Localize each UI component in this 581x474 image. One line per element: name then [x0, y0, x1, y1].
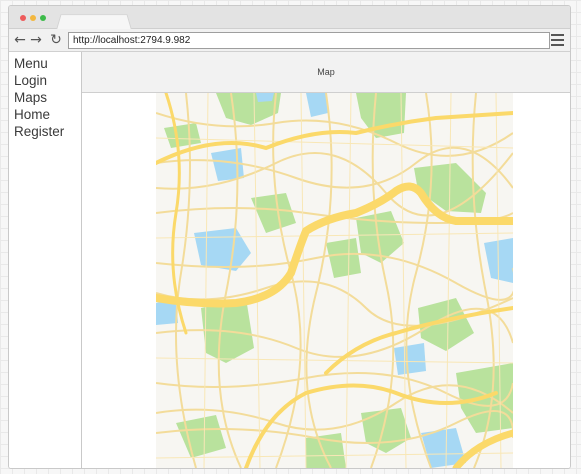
browser-toolbar: ← → ↻ http://localhost:2794.9.982 — [9, 29, 570, 52]
browser-tab[interactable] — [56, 14, 132, 30]
sidebar-item-maps[interactable]: Maps — [9, 89, 81, 106]
city-map-graphic — [156, 93, 513, 468]
sidebar-heading-menu: Menu — [14, 56, 48, 71]
close-window-button[interactable] — [20, 15, 26, 21]
hamburger-menu-icon[interactable] — [551, 34, 564, 46]
sidebar-item-register[interactable]: Register — [9, 123, 81, 140]
back-arrow-icon[interactable]: ← — [13, 32, 27, 48]
map-header: Map — [82, 52, 570, 93]
sidebar-item-login[interactable]: Login — [9, 72, 81, 89]
city-map[interactable] — [156, 93, 513, 468]
reload-icon[interactable]: ↻ — [49, 32, 63, 48]
address-bar[interactable]: http://localhost:2794.9.982 — [68, 32, 550, 49]
sidebar: Menu Login Maps Home Register — [9, 52, 82, 468]
sidebar-item-home[interactable]: Home — [9, 106, 81, 123]
forward-arrow-icon[interactable]: → — [29, 32, 43, 48]
title-bar — [9, 6, 570, 30]
main-content: Map — [82, 52, 570, 468]
browser-window: ← → ↻ http://localhost:2794.9.982 Menu L… — [8, 5, 571, 469]
maximize-window-button[interactable] — [40, 15, 46, 21]
minimize-window-button[interactable] — [30, 15, 36, 21]
